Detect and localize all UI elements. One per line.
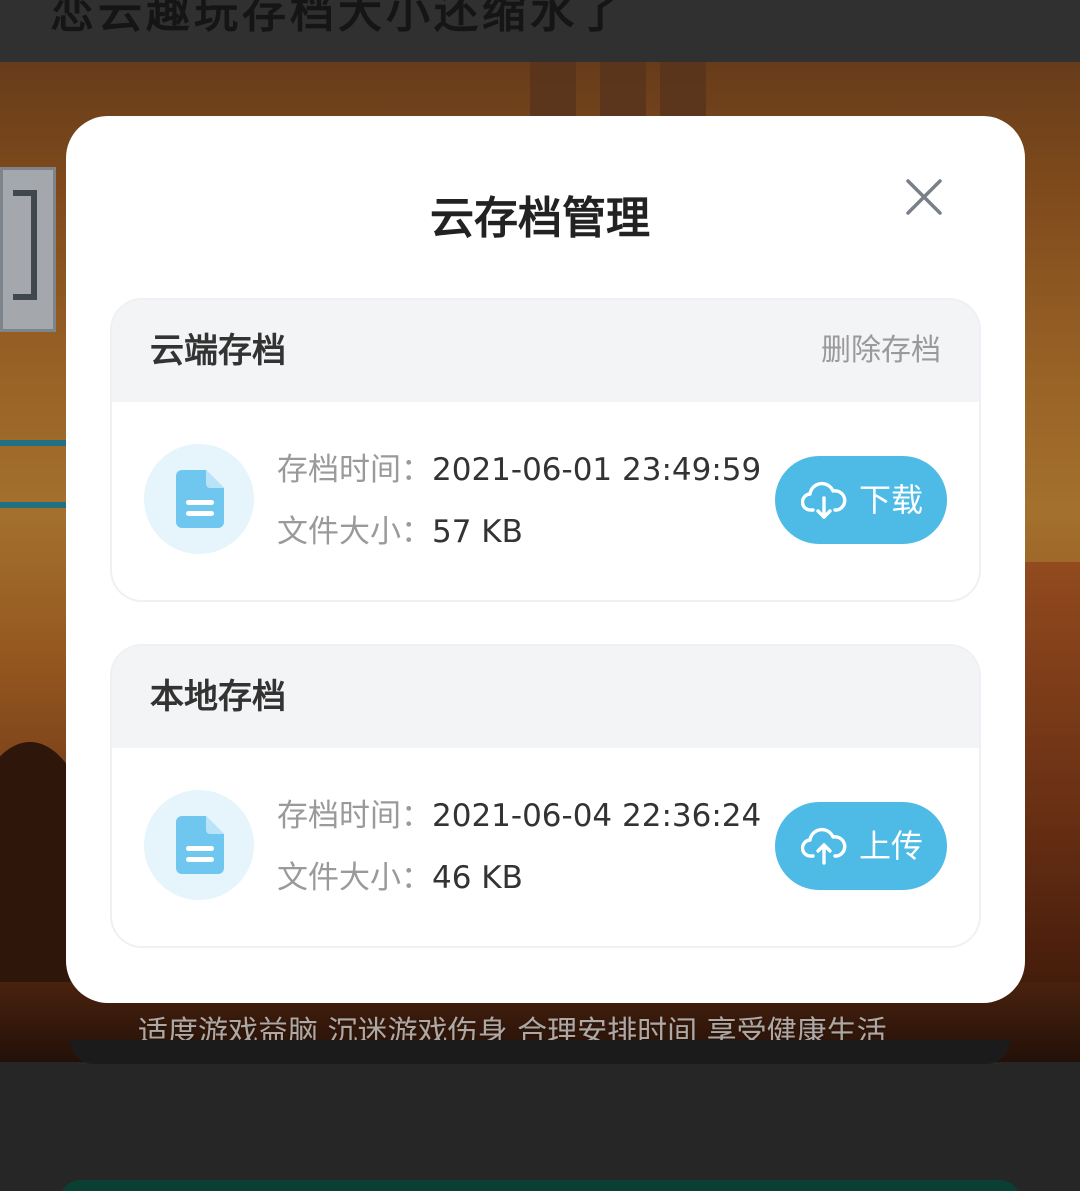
save-time-value: 2021-06-04 22:36:24: [432, 798, 762, 834]
file-size-value: 46 KB: [432, 860, 523, 896]
upload-button[interactable]: 上传: [775, 802, 947, 890]
delete-save-button[interactable]: 删除存档: [821, 328, 941, 374]
local-save-title: 本地存档: [150, 677, 286, 717]
file-size-row: 文件大小：46 KB: [277, 856, 523, 900]
file-size-row: 文件大小：57 KB: [277, 510, 523, 554]
file-size-value: 57 KB: [432, 514, 523, 550]
close-icon: [906, 179, 942, 215]
cloud-download-icon: [801, 481, 847, 519]
file-icon-badge: [144, 444, 254, 554]
local-save-item: 存档时间：2021-06-04 22:36:24 文件大小：46 KB 上传: [112, 748, 979, 946]
local-save-header: 本地存档: [112, 646, 979, 748]
cloud-upload-icon: [801, 827, 847, 865]
cloud-save-header: 云端存档 删除存档: [112, 300, 979, 402]
file-size-label: 文件大小：: [277, 860, 432, 896]
file-icon-badge: [144, 790, 254, 900]
save-time-row: 存档时间：2021-06-04 22:36:24: [277, 794, 761, 838]
file-icon: [176, 816, 224, 874]
upload-label: 上传: [859, 827, 924, 865]
save-time-value: 2021-06-01 23:49:59: [432, 452, 762, 488]
file-size-label: 文件大小：: [277, 514, 432, 550]
download-label: 下载: [859, 481, 924, 519]
save-time-label: 存档时间：: [277, 798, 432, 834]
local-save-section: 本地存档 存档时间：2021-06-04 22:36:24 文件大小：46 KB: [112, 646, 979, 946]
file-icon: [176, 470, 224, 528]
cloud-save-dialog: 云存档管理 云端存档 删除存档 存档时间：2021-06-01 23:49:59: [66, 116, 1025, 1003]
cloud-save-item: 存档时间：2021-06-01 23:49:59 文件大小：57 KB 下载: [112, 402, 979, 600]
cloud-save-section: 云端存档 删除存档 存档时间：2021-06-01 23:49:59 文件大小：…: [112, 300, 979, 600]
close-button[interactable]: [899, 172, 949, 222]
download-button[interactable]: 下载: [775, 456, 947, 544]
save-time-label: 存档时间：: [277, 452, 432, 488]
save-time-row: 存档时间：2021-06-01 23:49:59: [277, 448, 761, 492]
cloud-save-title: 云端存档: [150, 331, 286, 371]
